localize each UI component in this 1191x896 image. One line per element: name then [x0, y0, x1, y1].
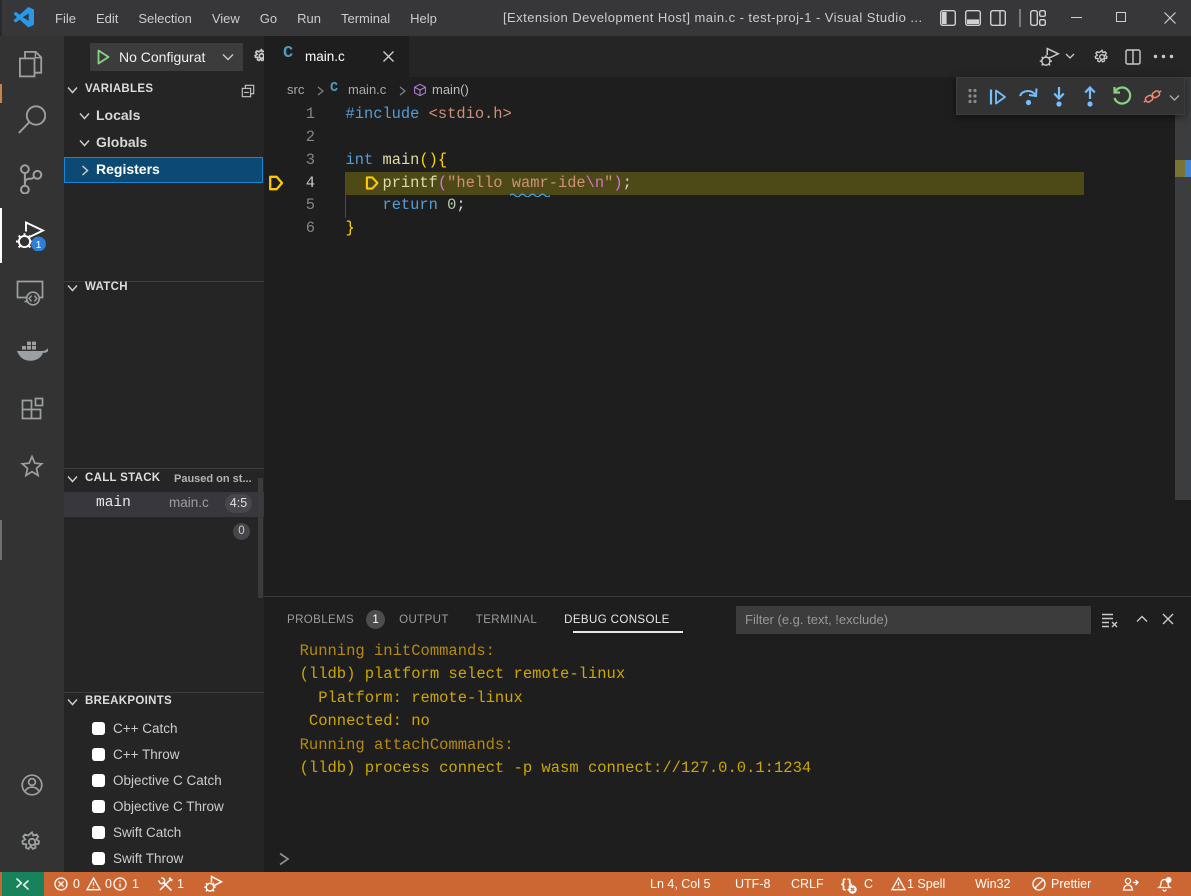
svg-text:1: 1: [36, 239, 42, 251]
